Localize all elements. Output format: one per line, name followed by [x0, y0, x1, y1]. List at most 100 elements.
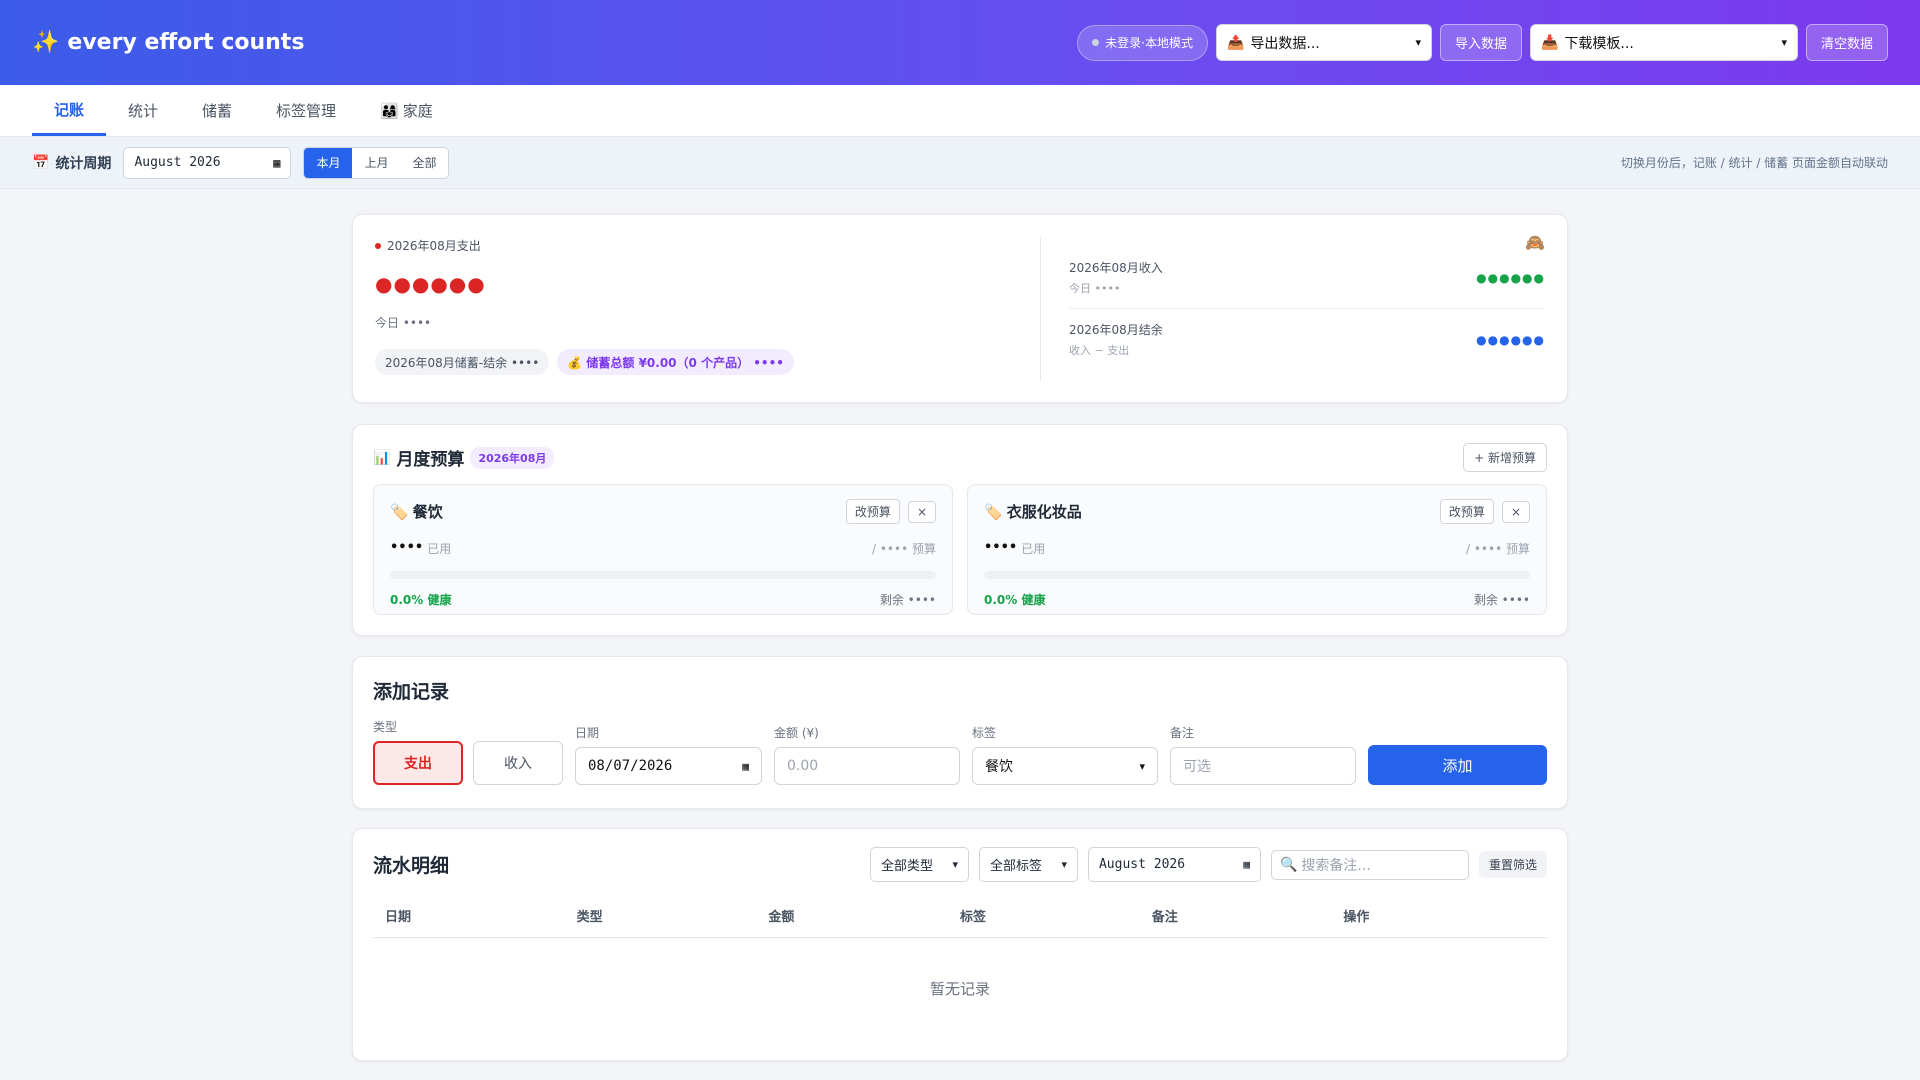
add-budget-button[interactable]: + 新增预算	[1463, 443, 1547, 472]
period-label: 📅 统计周期	[32, 153, 111, 173]
tag-filter-select[interactable]: 全部标签 ▾	[978, 847, 1078, 882]
add-record-button[interactable]: 添加	[1368, 745, 1547, 785]
edit-budget-button[interactable]: 改预算	[845, 499, 900, 524]
expense-title-text: 2026年08月支出	[387, 239, 481, 253]
edit-budget-button[interactable]: 改预算	[1439, 499, 1494, 524]
clear-data-button[interactable]: 清空数据	[1805, 24, 1888, 61]
period-month-value: August 2026	[134, 155, 221, 170]
empty-state: 暂无记录	[929, 980, 990, 998]
ledger-month-input[interactable]: August 2026 ▦	[1087, 847, 1261, 882]
login-status-badge[interactable]: 未登录·本地模式	[1077, 24, 1208, 61]
delete-budget-button[interactable]: ×	[907, 500, 936, 523]
header-actions: 未登录·本地模式 📤 导出数据... ▾ 导入数据 📥 下载模板... ▾ 清空…	[1077, 24, 1888, 61]
amount-input[interactable]: 0.00	[774, 747, 960, 785]
budget-item-name-text: 衣服化妆品	[1006, 503, 1082, 521]
ledger-card: 流水明细 全部类型 ▾ 全部标签 ▾ August 2026 ▦ 🔍 搜索备注.…	[352, 828, 1568, 1061]
income-value: ●●●●●●	[1476, 270, 1545, 285]
summary-chips: 2026年08月储蓄-结余 •••• 💰 储蓄总额 ¥0.00（0 个产品） •…	[375, 349, 1020, 375]
budget-item: 🏷️ 餐饮 改预算 × •••• 已用 / •••• 预算 0.0% 健康 剩余…	[373, 484, 953, 615]
brand: ✨ every effort counts	[32, 30, 304, 55]
hide-amounts-icon[interactable]: 🙈	[1525, 233, 1545, 252]
chevron-down-icon: ▾	[1061, 858, 1067, 871]
period-all-button[interactable]: 全部	[400, 148, 448, 178]
budget-used-value: ••••	[390, 540, 424, 555]
column-note: 备注	[1151, 910, 1178, 925]
type-label: 类型	[373, 720, 398, 734]
type-filter-select[interactable]: 全部类型 ▾	[869, 847, 969, 882]
chevron-down-icon: ▾	[952, 858, 958, 871]
period-hint: 切换月份后，记账 / 统计 / 储蓄 页面金额自动联动	[1620, 156, 1888, 170]
main-content: 2026年08月支出 ●●●●●● 今日 •••• 2026年08月储蓄-结余 …	[352, 214, 1568, 1061]
balance-title: 2026年08月结余	[1069, 323, 1163, 337]
income-balance-summary: 2026年08月收入 今日 •••• ●●●●●● 2026年08月结余 收入 …	[1041, 237, 1545, 380]
main-tabs: 记账 统计 储蓄 标签管理 👨‍👩‍👧 家庭	[0, 85, 1920, 137]
expense-summary: 2026年08月支出 ●●●●●● 今日 •••• 2026年08月储蓄-结余 …	[375, 237, 1041, 380]
template-select[interactable]: 📥 下载模板... ▾	[1529, 24, 1798, 61]
balance-row: 2026年08月结余 收入 − 支出 ●●●●●●	[1069, 308, 1545, 370]
column-actions: 操作	[1343, 910, 1370, 925]
calendar-picker-icon[interactable]: ▦	[742, 760, 749, 773]
period-month-input[interactable]: August 2026 ▦	[123, 146, 292, 179]
budget-item-name: 🏷️ 衣服化妆品	[984, 501, 1082, 522]
add-record-form: 类型 支出 收入 日期 08/07/2026 ▦ 金额 (¥) 0.00 标签	[373, 718, 1547, 785]
balance-value: ●●●●●●	[1476, 332, 1545, 347]
import-button[interactable]: 导入数据	[1439, 24, 1522, 61]
type-income-button[interactable]: 收入	[473, 741, 563, 785]
tab-family[interactable]: 👨‍👩‍👧 家庭	[358, 85, 455, 136]
column-date: 日期	[385, 910, 412, 925]
search-placeholder: 搜索备注...	[1301, 857, 1371, 874]
reset-filter-button[interactable]: 重置筛选	[1478, 851, 1547, 878]
delete-budget-button[interactable]: ×	[1501, 500, 1530, 523]
red-dot-icon	[375, 242, 381, 249]
family-icon: 👨‍👩‍👧	[380, 101, 399, 120]
tag-select[interactable]: 餐饮 ▾	[972, 747, 1158, 785]
type-expense-button[interactable]: 支出	[373, 741, 463, 785]
note-search-input[interactable]: 🔍 搜索备注...	[1270, 849, 1469, 880]
ledger-table-header: 日期 类型 金额 标签 备注 操作	[373, 906, 1547, 938]
export-icon: 📤	[1226, 34, 1245, 51]
tag-icon: 🏷️	[984, 502, 1003, 521]
period-this-month-button[interactable]: 本月	[304, 147, 353, 178]
budget-progress-bar	[390, 571, 936, 579]
chevron-down-icon: ▾	[1139, 759, 1145, 773]
income-row: 2026年08月收入 今日 •••• ●●●●●●	[1069, 257, 1545, 308]
column-amount: 金额	[768, 910, 795, 925]
saving-net-chip: 2026年08月储蓄-结余 ••••	[375, 349, 550, 375]
download-icon: 📥	[1540, 34, 1559, 51]
balance-formula: 收入 − 支出	[1069, 344, 1130, 357]
income-title: 2026年08月收入	[1069, 261, 1163, 275]
app-header: ✨ every effort counts 未登录·本地模式 📤 导出数据...…	[0, 0, 1920, 85]
calendar-picker-icon[interactable]: ▦	[1243, 858, 1250, 871]
period-segment: 本月 上月 全部	[303, 146, 450, 179]
budget-progress-bar	[984, 571, 1530, 579]
income-today: 今日 ••••	[1069, 282, 1121, 295]
budget-item-name-text: 餐饮	[412, 503, 443, 521]
brand-title: every effort counts	[67, 30, 305, 55]
saving-total-chip[interactable]: 💰 储蓄总额 ¥0.00（0 个产品） ••••	[557, 349, 794, 375]
tag-label: 标签	[972, 726, 997, 740]
budget-limit: / •••• 预算	[1466, 542, 1530, 556]
bar-chart-icon: 📊	[373, 449, 391, 466]
period-last-month-button[interactable]: 上月	[352, 148, 400, 178]
budget-remaining: 剩余 ••••	[879, 593, 936, 607]
add-record-title: 添加记录	[373, 681, 450, 703]
date-input[interactable]: 08/07/2026 ▦	[575, 747, 762, 785]
calendar-picker-icon[interactable]: ▦	[273, 156, 280, 170]
note-input[interactable]: 可选	[1170, 747, 1356, 785]
budget-usage: •••• 已用 / •••• 预算	[390, 540, 936, 557]
expense-value: ●●●●●●	[375, 272, 486, 296]
ledger-month-value: August 2026	[1098, 857, 1186, 872]
amount-label: 金额 (¥)	[774, 726, 819, 740]
date-label: 日期	[575, 726, 600, 740]
tab-statistics[interactable]: 统计	[106, 85, 180, 136]
ledger-title: 流水明细	[373, 855, 450, 877]
export-select[interactable]: 📤 导出数据... ▾	[1215, 24, 1432, 61]
budget-used-value: ••••	[984, 540, 1018, 555]
budget-header: 📊 月度预算 2026年08月 + 新增预算	[373, 443, 1547, 472]
tag-icon: 🏷️	[390, 502, 409, 521]
chevron-down-icon: ▾	[1415, 36, 1421, 49]
tab-savings[interactable]: 储蓄	[180, 85, 254, 136]
tab-bookkeeping[interactable]: 记账	[32, 85, 107, 136]
tab-tag-management[interactable]: 标签管理	[254, 85, 358, 136]
budget-list: 🏷️ 餐饮 改预算 × •••• 已用 / •••• 预算 0.0% 健康 剩余…	[373, 484, 1547, 615]
